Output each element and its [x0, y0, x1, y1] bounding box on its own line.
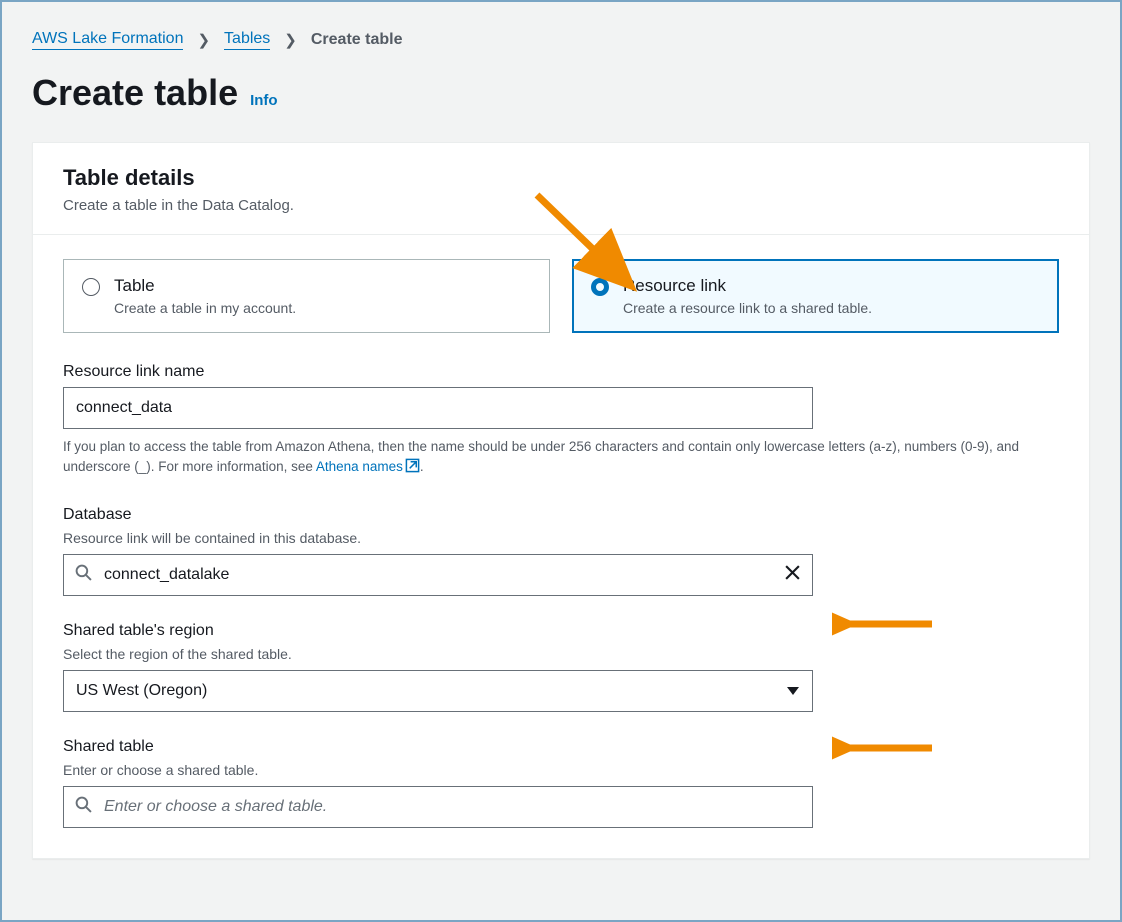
radio-desc: Create a table in my account. [114, 300, 296, 316]
radio-title: Resource link [623, 276, 872, 296]
database-label: Database [63, 506, 1059, 524]
radio-tile-table[interactable]: Table Create a table in my account. [63, 259, 550, 333]
external-link-icon [405, 458, 420, 479]
panel-title: Table details [63, 165, 1059, 191]
radio-icon [82, 278, 100, 296]
radio-desc: Create a resource link to a shared table… [623, 300, 872, 316]
breadcrumb-current: Create table [311, 31, 403, 49]
page-title: Create table [32, 72, 238, 114]
breadcrumb: AWS Lake Formation ❯ Tables ❯ Create tab… [32, 30, 1090, 50]
region-value: US West (Oregon) [76, 682, 207, 700]
search-icon [75, 564, 92, 586]
search-icon [75, 796, 92, 818]
breadcrumb-link-root[interactable]: AWS Lake Formation [32, 30, 183, 50]
region-label: Shared table's region [63, 622, 1059, 640]
chevron-right-icon: ❯ [284, 31, 297, 49]
region-sublabel: Select the region of the shared table. [63, 646, 1059, 662]
resource-link-name-input[interactable] [63, 387, 813, 429]
database-sublabel: Resource link will be contained in this … [63, 530, 1059, 546]
radio-title: Table [114, 276, 296, 296]
panel-subtitle: Create a table in the Data Catalog. [63, 197, 1059, 214]
chevron-right-icon: ❯ [197, 31, 210, 49]
radio-icon-selected [591, 278, 609, 296]
resource-link-name-label: Resource link name [63, 363, 1059, 381]
info-link[interactable]: Info [250, 92, 278, 109]
shared-table-label: Shared table [63, 738, 1059, 756]
radio-tile-resource-link[interactable]: Resource link Create a resource link to … [572, 259, 1059, 333]
resource-link-name-hint: If you plan to access the table from Ama… [63, 437, 1059, 480]
shared-table-input[interactable] [63, 786, 813, 828]
athena-names-link[interactable]: Athena names [316, 459, 420, 474]
shared-table-sublabel: Enter or choose a shared table. [63, 762, 1059, 778]
database-input[interactable] [63, 554, 813, 596]
clear-icon[interactable] [784, 564, 801, 586]
caret-down-icon [787, 682, 799, 700]
breadcrumb-link-tables[interactable]: Tables [224, 30, 270, 50]
table-details-panel: Table details Create a table in the Data… [32, 142, 1090, 859]
region-select[interactable]: US West (Oregon) [63, 670, 813, 712]
